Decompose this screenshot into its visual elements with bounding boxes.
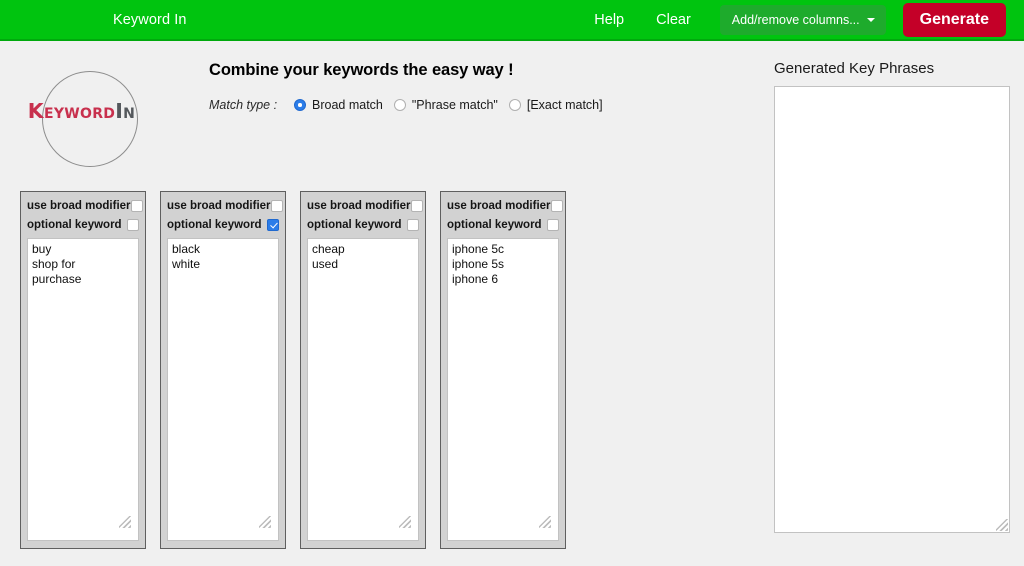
radio-phrase-match-label: "Phrase match" xyxy=(411,98,498,112)
logo-text: KeywordIn xyxy=(19,101,144,122)
optional-keyword-label: optional keyword xyxy=(447,219,542,231)
optional-keyword-checkbox[interactable] xyxy=(547,219,559,231)
radio-broad-match-label: Broad match xyxy=(312,98,383,112)
use-broad-modifier-label: use broad modifier xyxy=(27,200,131,212)
optional-keyword-option[interactable]: optional keyword xyxy=(27,216,139,234)
keyword-textarea[interactable]: iphone 5c iphone 5s iphone 6 xyxy=(447,238,559,541)
page-title: Combine your keywords the easy way ! xyxy=(209,61,514,79)
use-broad-modifier-label: use broad modifier xyxy=(167,200,271,212)
navbar-actions: Help Clear Add/remove columns... Generat… xyxy=(578,2,1006,37)
radio-indicator-icon[interactable] xyxy=(294,99,306,111)
optional-keyword-label: optional keyword xyxy=(27,219,122,231)
clear-link[interactable]: Clear xyxy=(640,12,707,28)
keyword-column: use broad modifier optional keyword blac… xyxy=(160,191,286,549)
optional-keyword-label: optional keyword xyxy=(307,219,402,231)
use-broad-modifier-option[interactable]: use broad modifier xyxy=(447,197,563,215)
chevron-down-icon xyxy=(866,17,875,22)
radio-exact-match-label: [Exact match] xyxy=(526,98,603,112)
keyword-textarea[interactable]: black white xyxy=(167,238,279,541)
use-broad-modifier-checkbox[interactable] xyxy=(270,200,283,212)
logo-text-secondary: In xyxy=(115,99,136,123)
app-logo: KeywordIn xyxy=(19,68,144,168)
keyword-textarea[interactable]: cheap used xyxy=(307,238,419,541)
radio-broad-match[interactable]: Broad match xyxy=(294,98,383,112)
radio-indicator-icon[interactable] xyxy=(508,99,521,111)
keyword-columns: use broad modifier optional keyword buy … xyxy=(20,191,566,549)
use-broad-modifier-option[interactable]: use broad modifier xyxy=(307,197,423,215)
optional-keyword-checkbox[interactable] xyxy=(127,219,139,231)
use-broad-modifier-checkbox[interactable] xyxy=(130,200,143,212)
optional-keyword-option[interactable]: optional keyword xyxy=(447,216,559,234)
optional-keyword-option[interactable]: optional keyword xyxy=(167,216,279,234)
add-remove-columns-label: Add/remove columns... xyxy=(731,12,860,27)
radio-phrase-match[interactable]: "Phrase match" xyxy=(393,98,498,112)
logo-text-primary: Keyword xyxy=(27,99,116,123)
radio-exact-match[interactable]: [Exact match] xyxy=(508,98,603,112)
optional-keyword-label: optional keyword xyxy=(167,219,262,231)
navbar: Keyword In Help Clear Add/remove columns… xyxy=(0,0,1024,41)
optional-keyword-checkbox[interactable] xyxy=(267,219,279,231)
optional-keyword-checkbox[interactable] xyxy=(407,219,419,231)
use-broad-modifier-option[interactable]: use broad modifier xyxy=(167,197,283,215)
use-broad-modifier-label: use broad modifier xyxy=(447,200,551,212)
optional-keyword-option[interactable]: optional keyword xyxy=(307,216,419,234)
generated-phrases-panel: Generated Key Phrases xyxy=(774,60,1010,533)
resize-grip-icon[interactable] xyxy=(996,519,1008,531)
keyword-column: use broad modifier optional keyword buy … xyxy=(20,191,146,549)
use-broad-modifier-checkbox[interactable] xyxy=(550,200,563,212)
keyword-column: use broad modifier optional keyword chea… xyxy=(300,191,426,549)
match-type-label: Match type : xyxy=(209,98,278,112)
add-remove-columns-button[interactable]: Add/remove columns... xyxy=(719,4,886,35)
keyword-column: use broad modifier optional keyword ipho… xyxy=(440,191,566,549)
generated-phrases-textarea[interactable] xyxy=(774,86,1010,533)
use-broad-modifier-option[interactable]: use broad modifier xyxy=(27,197,143,215)
navbar-brand[interactable]: Keyword In xyxy=(113,12,187,28)
match-type-row: Match type : Broad match "Phrase match" … xyxy=(209,98,614,112)
use-broad-modifier-label: use broad modifier xyxy=(307,200,411,212)
keyword-textarea[interactable]: buy shop for purchase xyxy=(27,238,139,541)
generate-button[interactable]: Generate xyxy=(902,2,1006,37)
help-link[interactable]: Help xyxy=(578,12,640,28)
generated-phrases-title: Generated Key Phrases xyxy=(774,60,935,77)
radio-indicator-icon[interactable] xyxy=(393,99,406,111)
use-broad-modifier-checkbox[interactable] xyxy=(410,200,423,212)
